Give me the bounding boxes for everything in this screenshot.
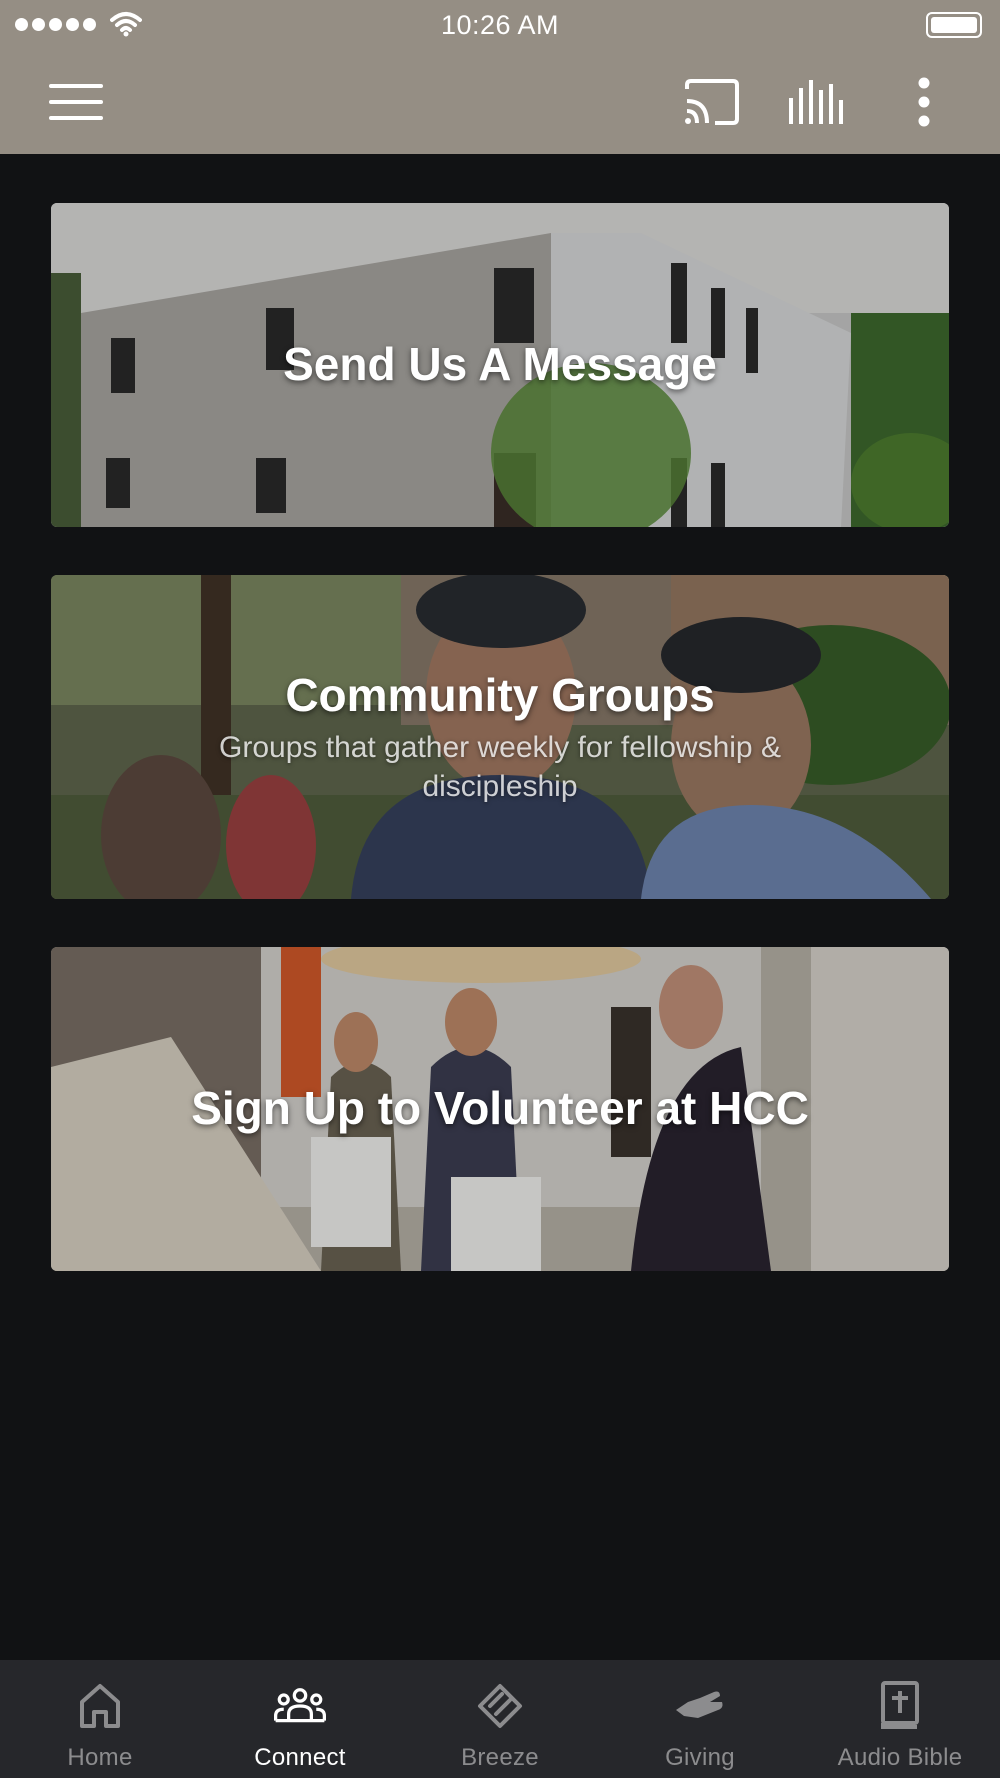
nav-item-giving[interactable]: Giving	[600, 1660, 800, 1778]
app-bar	[0, 50, 1000, 154]
nav-label: Home	[67, 1744, 133, 1771]
status-bar: 10:26 AM	[0, 0, 1000, 50]
nav-label: Giving	[665, 1744, 735, 1771]
cast-icon[interactable]	[676, 72, 746, 132]
giving-hand-icon	[674, 1680, 726, 1732]
nav-item-breeze[interactable]: Breeze	[400, 1660, 600, 1778]
card-subtitle: Groups that gather weekly for fellowship…	[219, 730, 781, 803]
breeze-icon	[474, 1680, 526, 1732]
nav-label: Audio Bible	[837, 1744, 963, 1771]
community-groups-card[interactable]: Community Groups Groups that gather week…	[51, 575, 949, 899]
nav-label: Breeze	[461, 1744, 539, 1771]
nav-label: Connect	[254, 1744, 346, 1771]
card-title: Send Us A Message	[283, 338, 717, 391]
people-group-icon	[274, 1680, 326, 1732]
nav-item-audio-bible[interactable]: Audio Bible	[800, 1660, 1000, 1778]
bible-icon	[874, 1680, 926, 1732]
audio-bars-icon[interactable]	[782, 72, 852, 132]
hamburger-menu-icon[interactable]	[38, 72, 114, 132]
volunteer-card[interactable]: Sign Up to Volunteer at HCC	[51, 947, 949, 1271]
status-time: 10:26 AM	[440, 10, 560, 40]
home-icon	[74, 1680, 126, 1732]
more-vertical-icon[interactable]	[894, 72, 954, 132]
battery-icon	[926, 12, 982, 38]
bottom-nav: Home Connect Breeze Giving Audio Bible	[0, 1660, 1000, 1778]
card-title: Sign Up to Volunteer at HCC	[191, 1082, 809, 1135]
send-message-card[interactable]: Send Us A Message	[51, 203, 949, 527]
nav-item-connect[interactable]: Connect	[200, 1660, 400, 1778]
nav-item-home[interactable]: Home	[0, 1660, 200, 1778]
card-title: Community Groups	[285, 669, 715, 722]
